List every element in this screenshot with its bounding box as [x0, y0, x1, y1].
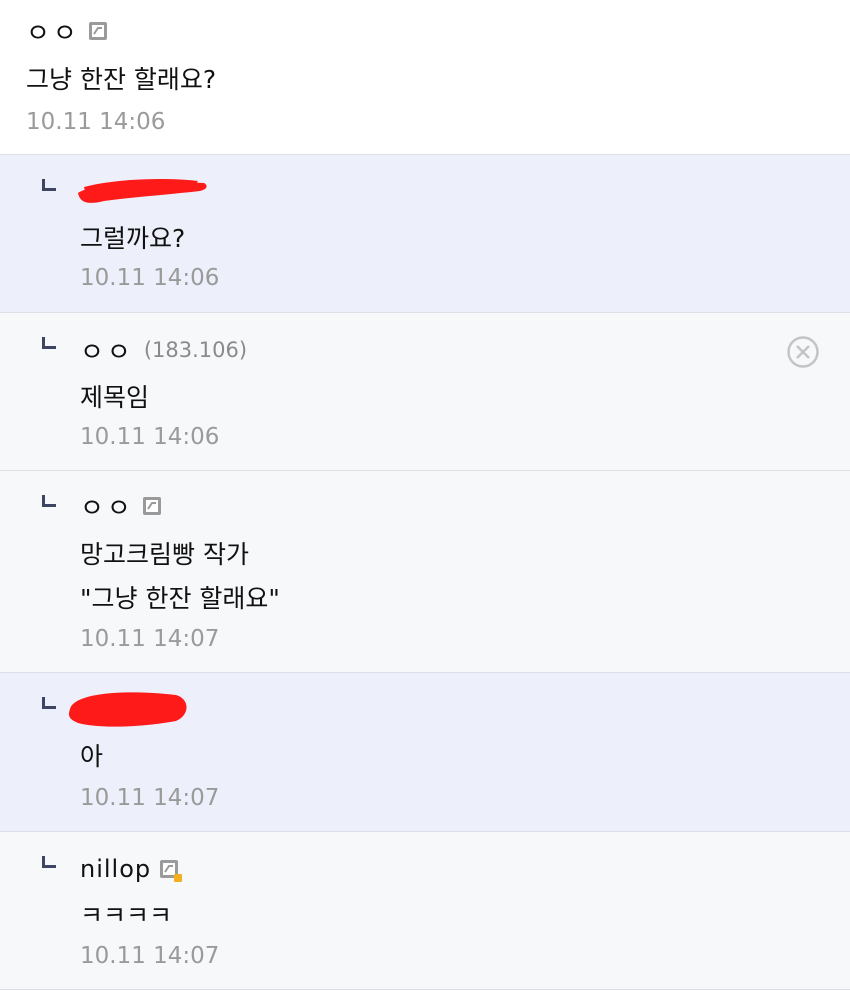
comment-author[interactable]: ㅇㅇ (183.106) [80, 333, 248, 368]
comment-text: 제목임 [80, 383, 150, 412]
gallery-user-icon [142, 496, 162, 516]
comment-date: 10.11 14:06 [26, 109, 166, 135]
author-ip: (183.106) [143, 338, 248, 362]
comment-date: 10.11 14:07 [80, 626, 220, 652]
redaction-mark [68, 692, 187, 727]
author-nick: ㅇㅇ [80, 337, 134, 368]
comment-thread: ㅇㅇ 그냥 한잔 할래요? 10.11 14:06 그럴까요? 10.11 14… [0, 0, 850, 990]
comment-date: 10.11 14:07 [80, 785, 220, 811]
reply-arrow-icon [42, 495, 56, 507]
delete-circle-icon[interactable] [786, 335, 820, 369]
comment-text: 아 [80, 742, 104, 771]
author-nick: ㅇㅇ [26, 18, 80, 49]
comment-text: ㅋㅋㅋㅋ [80, 901, 173, 930]
comment-item: ㅇㅇ 그냥 한잔 할래요? 10.11 14:06 [0, 0, 850, 155]
nick-con-icon [159, 859, 183, 882]
comment-author[interactable]: nillop [80, 852, 183, 886]
comment-text: 그럴까요? [80, 224, 186, 253]
comment-author[interactable]: ㅇㅇ [26, 14, 108, 49]
comment-date: 10.11 14:07 [80, 943, 220, 969]
reply-arrow-icon [42, 856, 56, 868]
author-nick: nillop [80, 855, 152, 883]
comment-text: 그냥 한잔 할래요? [26, 65, 217, 94]
redaction-mark [78, 179, 207, 203]
reply-item: ㅇㅇ 망고크림빵 작가 "그냥 한잔 할래요" 10.11 14:07 [0, 471, 850, 673]
gallery-user-icon [88, 21, 108, 41]
author-nick: ㅇㅇ [80, 493, 134, 524]
comment-date: 10.11 14:06 [80, 265, 220, 291]
reply-item: 그럴까요? 10.11 14:06 [0, 155, 850, 313]
reply-arrow-icon [42, 337, 56, 349]
comment-text: 망고크림빵 작가 "그냥 한잔 할래요" [80, 540, 280, 613]
reply-item: ㅇㅇ (183.106) 제목임 10.11 14:06 [0, 313, 850, 471]
reply-item: 아 10.11 14:07 [0, 673, 850, 832]
reply-item: nillop ㅋㅋㅋㅋ 10.11 14:07 [0, 832, 850, 990]
comment-date: 10.11 14:06 [80, 424, 220, 450]
reply-arrow-icon [42, 697, 56, 709]
reply-arrow-icon [42, 179, 56, 191]
comment-author[interactable]: ㅇㅇ [80, 489, 162, 524]
